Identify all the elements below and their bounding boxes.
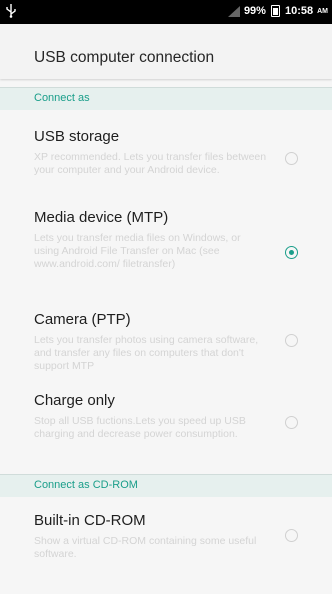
option-title: Built-in CD-ROM bbox=[34, 512, 146, 529]
option-built-in-cdrom[interactable]: Built-in CD-ROM Show a virtual CD-ROM co… bbox=[0, 512, 332, 562]
radio-button[interactable] bbox=[285, 334, 298, 347]
status-bar: 99% 10:58 AM bbox=[0, 0, 332, 24]
option-description: Stop all USB fuctions.Lets you speed up … bbox=[34, 415, 246, 440]
option-title: Camera (PTP) bbox=[34, 311, 131, 328]
radio-button[interactable] bbox=[285, 246, 298, 259]
option-description: Lets you transfer media files on Windows… bbox=[34, 232, 241, 270]
section-header-connect-as-cdrom: Connect as CD-ROM bbox=[0, 474, 332, 497]
option-title: Media device (MTP) bbox=[34, 209, 169, 226]
usb-icon bbox=[6, 4, 16, 21]
option-media-device-mtp[interactable]: Media device (MTP) Lets you transfer med… bbox=[0, 209, 332, 279]
radio-button[interactable] bbox=[285, 152, 298, 165]
clock-ampm: AM bbox=[317, 7, 328, 15]
radio-button[interactable] bbox=[285, 529, 298, 542]
option-title: USB storage bbox=[34, 128, 120, 145]
battery-icon bbox=[270, 5, 280, 17]
battery-percent: 99% bbox=[243, 5, 266, 17]
section-label: Connect as CD-ROM bbox=[34, 479, 138, 491]
option-camera-ptp[interactable]: Camera (PTP) Lets you transfer photos us… bbox=[0, 311, 332, 372]
option-description: XP recommended. Lets you transfer files … bbox=[34, 151, 267, 176]
section-header-connect-as: Connect as bbox=[0, 87, 332, 110]
radio-button[interactable] bbox=[285, 416, 298, 429]
clock: 10:58 bbox=[284, 5, 314, 17]
title-bar: USB computer connection bbox=[0, 24, 332, 79]
option-description: Show a virtual CD-ROM containing some us… bbox=[34, 535, 257, 560]
page-title: USB computer connection bbox=[34, 49, 215, 66]
signal-icon bbox=[227, 5, 240, 17]
option-usb-storage[interactable]: USB storage XP recommended. Lets you tra… bbox=[0, 128, 332, 176]
option-charge-only[interactable]: Charge only Stop all USB fuctions.Lets y… bbox=[0, 392, 332, 452]
section-label: Connect as bbox=[34, 92, 90, 104]
option-title: Charge only bbox=[34, 392, 115, 409]
option-description: Lets you transfer photos using camera so… bbox=[34, 334, 259, 372]
